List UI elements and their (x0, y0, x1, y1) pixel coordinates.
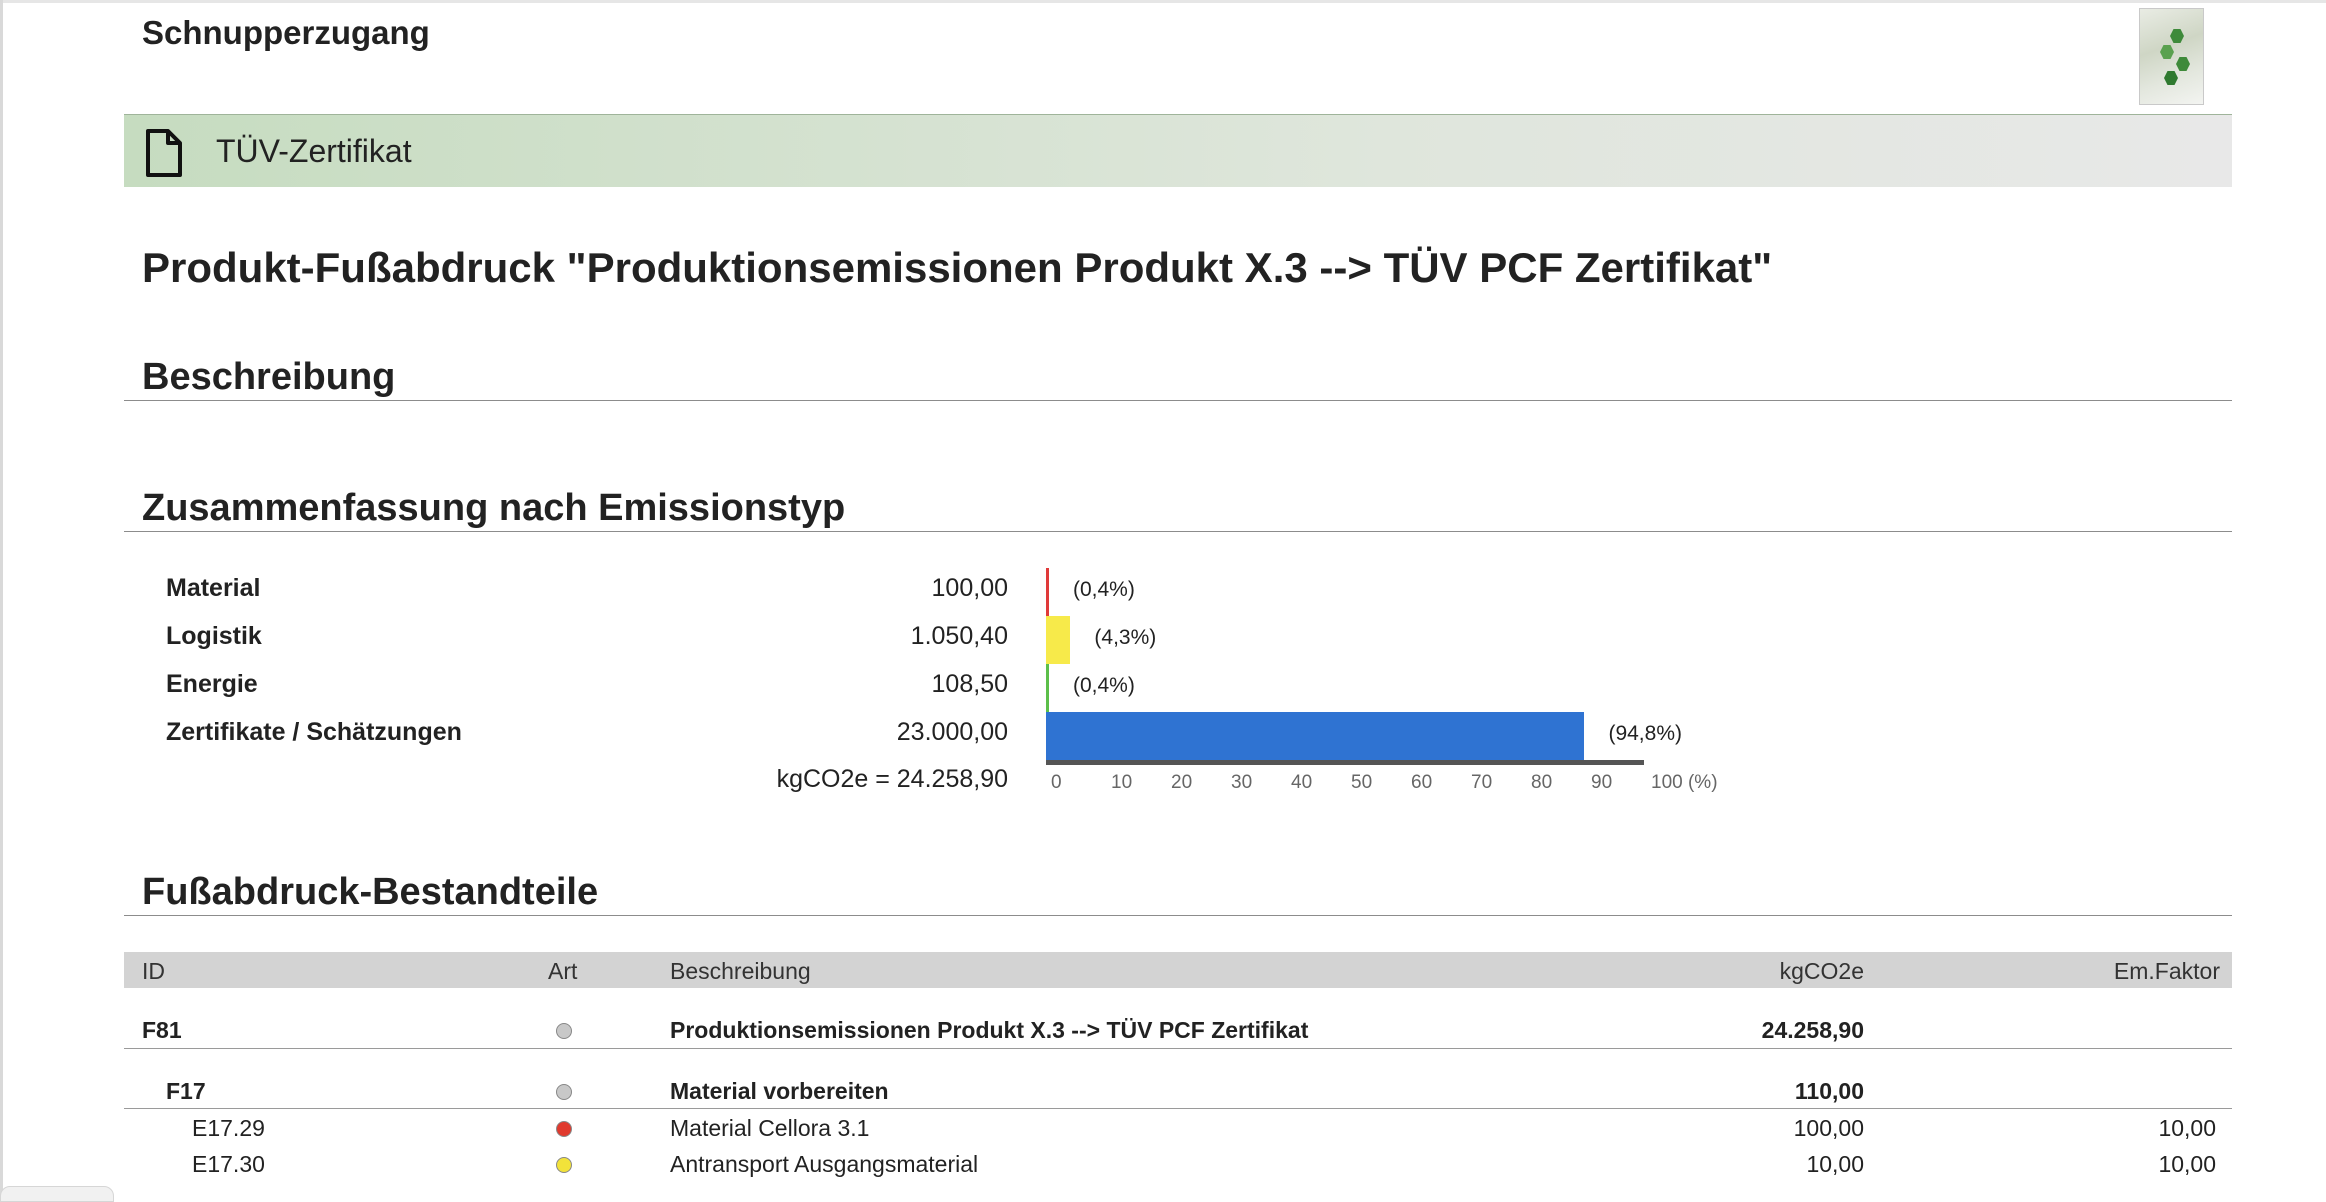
row-kgco2e: 10,00 (1806, 1151, 1864, 1177)
row-divider (124, 1048, 2232, 1049)
section-title-summary: Zusammenfassung nach Emissionstyp (142, 487, 846, 529)
section-title-description: Beschreibung (142, 356, 396, 398)
column-header-id[interactable]: ID (142, 958, 165, 985)
row-em-faktor: 10,00 (2158, 1151, 2216, 1177)
row-description[interactable]: Antransport Ausgangsmaterial (670, 1151, 978, 1178)
row-id[interactable]: E17.29 (192, 1115, 265, 1142)
summary-percent: (94,8%) (1608, 722, 1682, 745)
account-title: Schnupperzugang (142, 14, 430, 51)
row-description[interactable]: Material Cellora 3.1 (670, 1115, 869, 1142)
column-header-description[interactable]: Beschreibung (670, 958, 811, 985)
emission-type-dot (556, 1157, 572, 1173)
column-header-kgco2e[interactable]: kgCO2e (1624, 958, 1864, 985)
axis-tick-label: 60 (1411, 772, 1433, 793)
brand-thumbnail[interactable] (2139, 8, 2204, 105)
summary-percent: (4,3%) (1094, 626, 1157, 649)
axis-tick-label: 30 (1231, 772, 1253, 793)
row-description[interactable]: Material vorbereiten (670, 1078, 889, 1105)
summary-label: Energie (166, 670, 258, 698)
column-header-em-faktor[interactable]: Em.Faktor (2004, 958, 2220, 985)
axis-tick-label: 100 (%) (1651, 772, 1718, 793)
document-type-label: TÜV-Zertifikat (216, 133, 412, 169)
row-kgco2e: 100,00 (1793, 1115, 1864, 1141)
row-id[interactable]: F81 (142, 1017, 182, 1044)
summary-label: Logistik (166, 622, 262, 650)
axis-tick-label: 70 (1471, 772, 1493, 793)
summary-value: 23.000,00 (896, 718, 1008, 746)
summary-percent: (0,4%) (1073, 674, 1135, 697)
summary-value: 108,50 (931, 670, 1008, 698)
summary-label: Zertifikate / Schätzungen (166, 718, 462, 746)
column-header-art[interactable]: Art (548, 958, 577, 985)
axis-tick-label: 0 (1051, 772, 1062, 793)
summary-value: 100,00 (931, 574, 1008, 602)
window-top-edge (0, 0, 2326, 3)
document-type-bar: TÜV-Zertifikat (124, 114, 2232, 187)
window-left-edge (0, 0, 3, 1198)
document-icon (146, 129, 182, 177)
summary-bar-zertifikate (1046, 712, 1585, 760)
components-table-header: ID Art Beschreibung kgCO2e Em.Faktor (124, 952, 2232, 988)
axis-tick-label: 40 (1291, 772, 1313, 793)
section-divider (124, 915, 2232, 916)
summary-bar-logistik (1046, 616, 1071, 664)
summary-value: 1.050,40 (910, 622, 1008, 650)
summary-axis (1046, 760, 1644, 765)
row-divider (124, 1108, 2232, 1109)
emission-type-dot (556, 1121, 572, 1137)
axis-tick-label: 80 (1531, 772, 1553, 793)
axis-tick-label: 90 (1591, 772, 1613, 793)
emission-type-dot (556, 1084, 572, 1100)
section-divider (124, 400, 2232, 401)
row-description[interactable]: Produktionsemissionen Produkt X.3 --> TÜ… (670, 1017, 1308, 1044)
row-id[interactable]: F17 (166, 1078, 206, 1105)
row-kgco2e: 110,00 (1794, 1078, 1864, 1104)
axis-tick-label: 10 (1111, 772, 1133, 793)
row-em-faktor: 10,00 (2158, 1115, 2216, 1141)
summary-total: kgCO2e = 24.258,90 (776, 765, 1008, 793)
summary-percent: (0,4%) (1073, 578, 1135, 601)
axis-tick-label: 50 (1351, 772, 1373, 793)
row-kgco2e: 24.258,90 (1761, 1017, 1864, 1043)
axis-tick-label: 20 (1171, 772, 1193, 793)
summary-label: Material (166, 574, 261, 602)
page-title: Produkt-Fußabdruck "Produktionsemissione… (142, 244, 1773, 291)
row-id[interactable]: E17.30 (192, 1151, 265, 1178)
bottom-left-tab[interactable] (0, 1186, 114, 1202)
summary-bar-material (1046, 568, 1049, 616)
section-title-components: Fußabdruck-Bestandteile (142, 871, 599, 913)
summary-bar-energie (1046, 664, 1049, 712)
section-divider (124, 531, 2232, 532)
emission-type-dot (556, 1023, 572, 1039)
